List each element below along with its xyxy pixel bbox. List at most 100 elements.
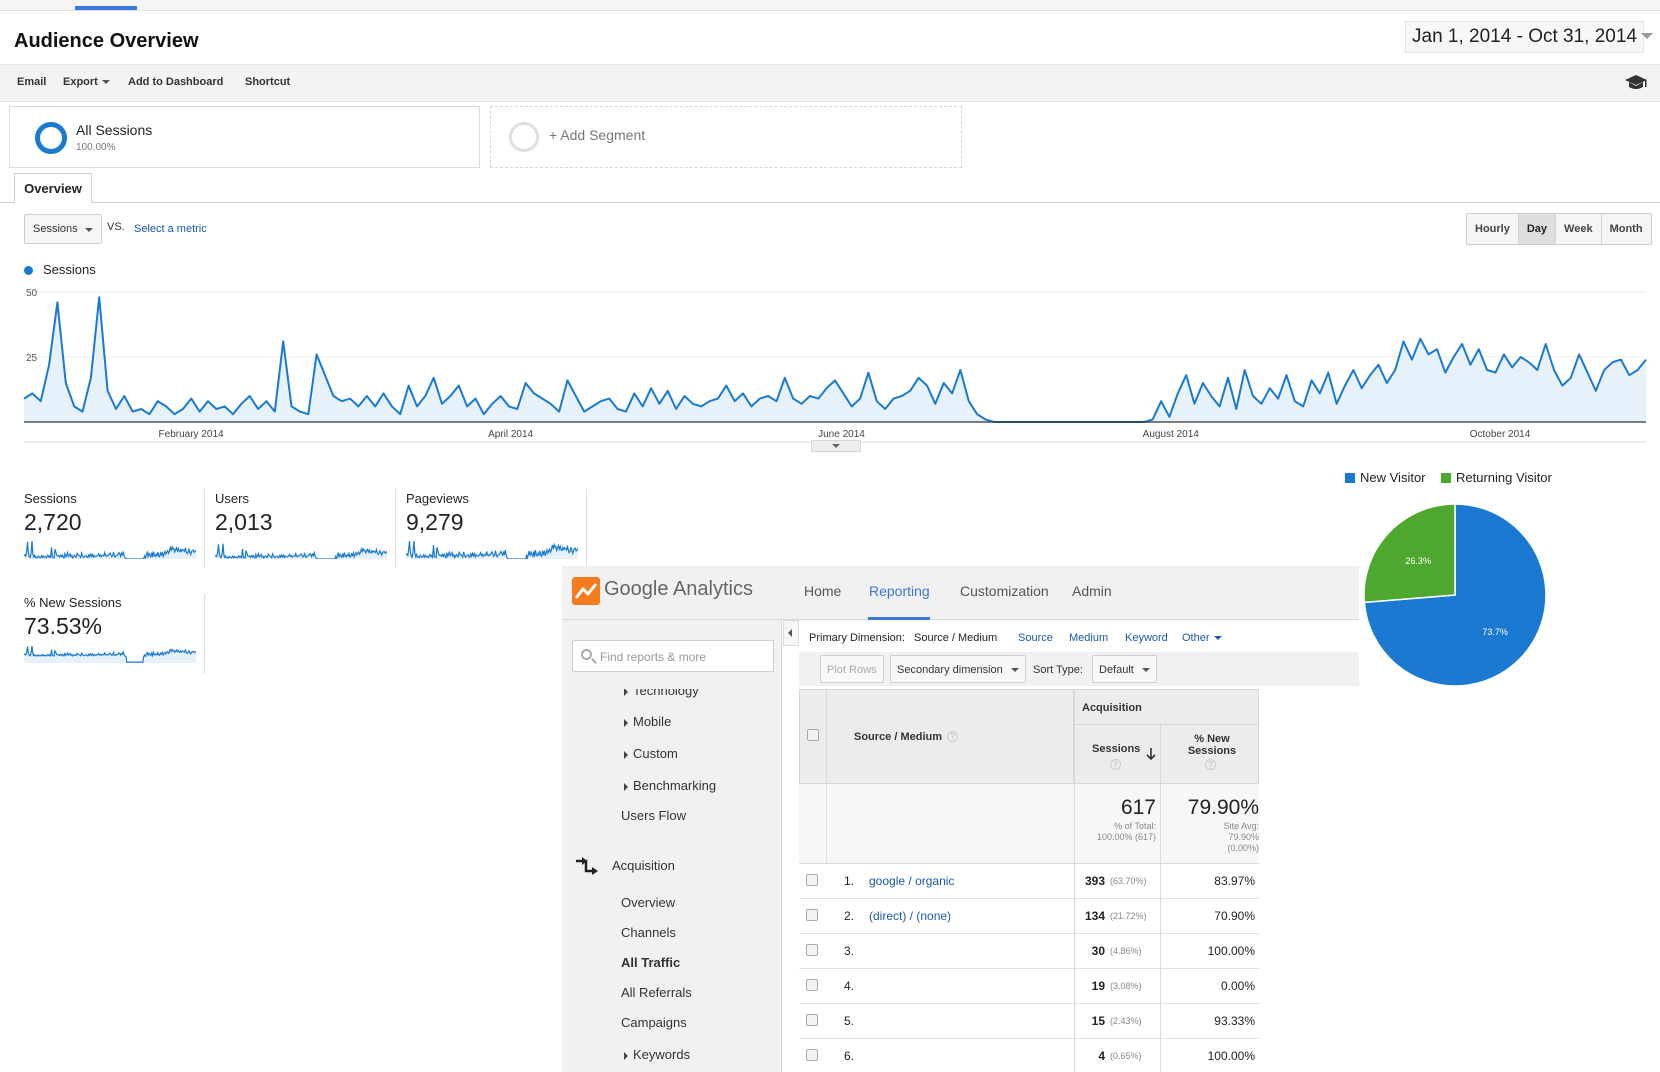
select-all-checkbox[interactable] bbox=[807, 729, 819, 741]
row-source-medium-link[interactable]: (direct) / (none) bbox=[869, 909, 951, 923]
help-icon[interactable]: ? bbox=[947, 731, 958, 742]
date-range-picker[interactable]: Jan 1, 2014 - Oct 31, 2014 bbox=[1405, 21, 1644, 53]
scorecard-label: Sessions bbox=[24, 491, 77, 506]
table-row[interactable]: 5. 15 (2.43%) 93.33% bbox=[799, 1004, 1259, 1039]
table-row[interactable]: 2. (direct) / (none) 134 (21.72%) 70.90% bbox=[799, 899, 1259, 934]
help-icon[interactable]: ? bbox=[1110, 759, 1121, 770]
period-week-button[interactable]: Week bbox=[1556, 214, 1602, 244]
sessions-line-chart[interactable]: 50 25 February 2014 April 2014 June 2014 Augu… bbox=[0, 280, 1660, 452]
dimension-medium[interactable]: Medium bbox=[1069, 632, 1108, 644]
nav-home[interactable]: Home bbox=[804, 583, 841, 599]
secondary-dimension-dropdown[interactable]: Secondary dimension bbox=[890, 655, 1026, 683]
chevron-down-icon[interactable] bbox=[1641, 33, 1653, 39]
add-segment-button[interactable]: + Add Segment bbox=[490, 106, 962, 168]
row-source: google bbox=[869, 874, 906, 888]
sidebar-item-all-traffic[interactable]: All Traffic bbox=[621, 955, 680, 970]
scorecard-new-sessions: % New Sessions 73.53% bbox=[24, 595, 204, 675]
row-new-sessions: 100.00% bbox=[1207, 944, 1255, 958]
pie-slice-label: 26.3% bbox=[1405, 556, 1431, 566]
table-row[interactable]: 1. google / organic 393 (63.70%) 83.97% bbox=[799, 864, 1259, 899]
sort-desc-arrow-icon[interactable] bbox=[1146, 747, 1156, 761]
add-segment-label: + Add Segment bbox=[549, 127, 646, 143]
sidebar-item-campaigns[interactable]: Campaigns bbox=[621, 1015, 687, 1030]
chevron-down-icon bbox=[85, 228, 93, 232]
nav-admin[interactable]: Admin bbox=[1072, 583, 1112, 599]
tab-overview[interactable]: Overview bbox=[14, 173, 92, 203]
tab-divider bbox=[0, 202, 1660, 203]
table-controls-bar: Plot Rows Secondary dimension Sort Type:… bbox=[799, 652, 1359, 686]
x-tick-label: February 2014 bbox=[159, 429, 224, 440]
column-header-sessions[interactable]: Sessions bbox=[1092, 743, 1140, 755]
sort-type-dropdown[interactable]: Default bbox=[1092, 655, 1157, 683]
period-month-button[interactable]: Month bbox=[1602, 214, 1651, 244]
sidebar-item-mobile[interactable]: Mobile bbox=[624, 714, 671, 729]
sidebar-item-benchmarking[interactable]: Benchmarking bbox=[624, 778, 716, 793]
card-divider bbox=[395, 489, 396, 569]
segment-all-sessions[interactable]: All Sessions 100.00% bbox=[9, 106, 480, 168]
visitor-type-pie-chart[interactable]: 73.7% 26.3% bbox=[1362, 502, 1548, 688]
sidebar-item-overview[interactable]: Overview bbox=[621, 895, 675, 910]
help-icon[interactable]: ? bbox=[1205, 759, 1216, 770]
shortcut-button[interactable]: Shortcut bbox=[245, 76, 290, 88]
chevron-down-icon bbox=[101, 80, 110, 85]
row-sessions-share: (2.43%) bbox=[1110, 1016, 1142, 1026]
row-medium: (none) bbox=[916, 909, 952, 923]
chart-collapse-handle[interactable] bbox=[811, 440, 861, 452]
row-checkbox[interactable] bbox=[806, 1014, 818, 1026]
table-row[interactable]: 4. 19 (3.08%) 0.00% bbox=[799, 969, 1259, 1004]
sidebar-item-acquisition[interactable]: Acquisition bbox=[612, 858, 675, 873]
graduation-cap-icon[interactable] bbox=[1624, 73, 1648, 93]
column-header-new-sessions[interactable]: % New Sessions bbox=[1182, 733, 1242, 757]
add-to-dashboard-button[interactable]: Add to Dashboard bbox=[128, 76, 223, 88]
dimension-source[interactable]: Source bbox=[1018, 632, 1053, 644]
x-tick-label: April 2014 bbox=[488, 429, 533, 440]
sidebar-item-users-flow[interactable]: Users Flow bbox=[621, 808, 686, 823]
period-day-button[interactable]: Day bbox=[1518, 214, 1557, 244]
row-number: 2. bbox=[844, 909, 855, 923]
x-tick-label: August 2014 bbox=[1143, 429, 1200, 440]
nav-reporting[interactable]: Reporting bbox=[869, 583, 930, 599]
sidebar-collapse-button[interactable] bbox=[783, 620, 799, 646]
plot-rows-button[interactable]: Plot Rows bbox=[820, 655, 884, 683]
find-reports-input[interactable]: Find reports & more bbox=[572, 640, 774, 672]
metric-dropdown[interactable]: Sessions bbox=[24, 214, 102, 244]
chevron-down-icon bbox=[1213, 636, 1222, 641]
row-checkbox[interactable] bbox=[806, 1049, 818, 1061]
export-button[interactable]: Export bbox=[63, 76, 110, 88]
row-checkbox[interactable] bbox=[806, 944, 818, 956]
sessions-legend-dot bbox=[24, 266, 33, 275]
sidebar-item-channels[interactable]: Channels bbox=[621, 925, 676, 940]
row-sessions-share: (3.08%) bbox=[1110, 981, 1142, 991]
users-sparkline bbox=[215, 543, 387, 559]
chevron-down-icon bbox=[1141, 668, 1150, 673]
row-checkbox[interactable] bbox=[806, 909, 818, 921]
row-number: 3. bbox=[844, 944, 855, 958]
sidebar-item-label: Benchmarking bbox=[633, 778, 717, 793]
row-sessions: 4 bbox=[1098, 1049, 1105, 1063]
ga-sidebar bbox=[562, 620, 782, 1072]
table-row[interactable]: 3. 30 (4.86%) 100.00% bbox=[799, 934, 1259, 969]
google-analytics-logo-icon bbox=[572, 577, 600, 605]
row-sessions: 393 bbox=[1084, 874, 1105, 888]
row-sessions-share: (63.70%) bbox=[1110, 876, 1147, 886]
search-placeholder: Find reports & more bbox=[600, 650, 707, 664]
scorecard-label: Pageviews bbox=[406, 491, 469, 506]
row-checkbox[interactable] bbox=[806, 874, 818, 886]
sidebar-item-custom[interactable]: Custom bbox=[624, 746, 678, 761]
dimension-other[interactable]: Other bbox=[1182, 632, 1222, 644]
email-button[interactable]: Email bbox=[17, 76, 46, 88]
dimension-source-medium[interactable]: Source / Medium bbox=[914, 632, 997, 644]
table-row[interactable]: 6. 4 (0.65%) 100.00% bbox=[799, 1039, 1259, 1072]
row-checkbox[interactable] bbox=[806, 979, 818, 991]
period-hourly-button[interactable]: Hourly bbox=[1467, 214, 1519, 244]
sidebar-item-keywords[interactable]: Keywords bbox=[624, 1047, 690, 1062]
column-header-source-medium[interactable]: Source / Medium bbox=[854, 731, 942, 743]
scorecard-label: Users bbox=[215, 491, 249, 506]
sidebar-item-all-referrals[interactable]: All Referrals bbox=[621, 985, 692, 1000]
select-metric-link[interactable]: Select a metric bbox=[134, 223, 207, 235]
total-new-sessions: 79.90% bbox=[1187, 796, 1259, 819]
dimension-keyword[interactable]: Keyword bbox=[1125, 632, 1168, 644]
nav-customization[interactable]: Customization bbox=[960, 583, 1049, 599]
row-source-medium-link[interactable]: google / organic bbox=[869, 874, 954, 888]
pie-slice-1[interactable] bbox=[1363, 503, 1456, 604]
